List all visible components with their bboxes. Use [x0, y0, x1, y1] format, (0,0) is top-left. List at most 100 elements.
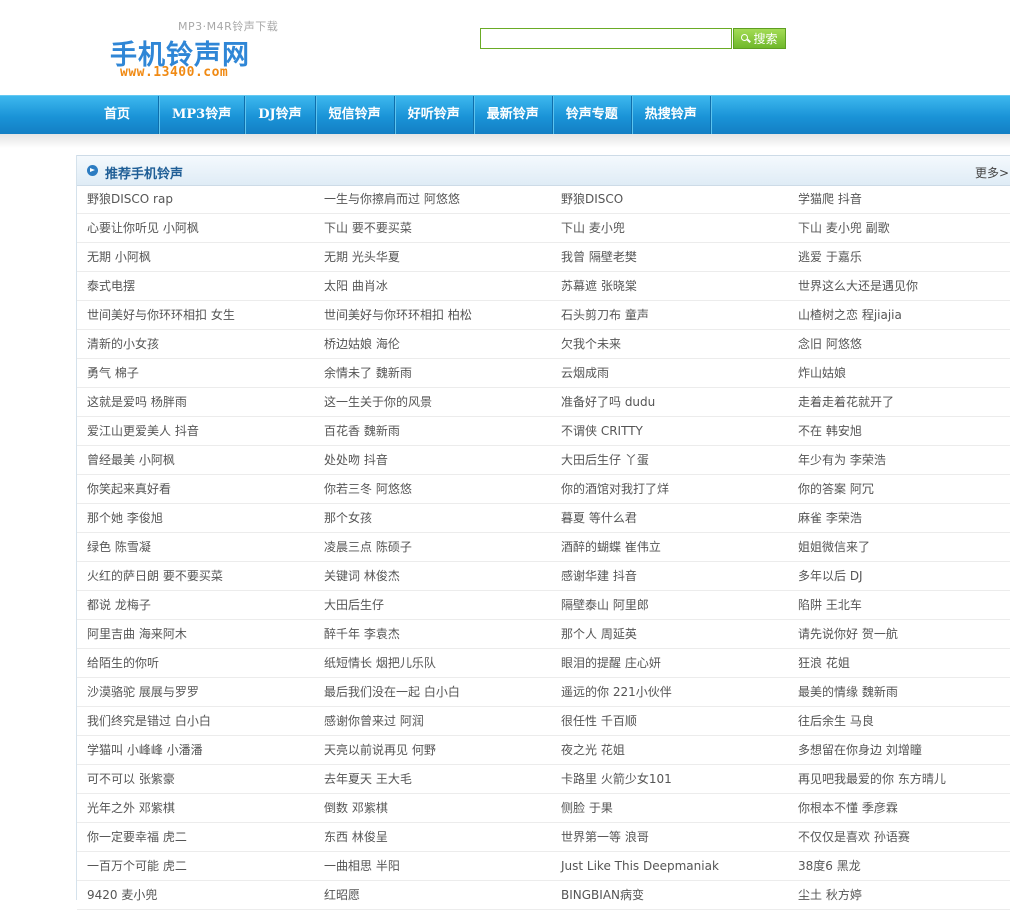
more-link[interactable]: 更多>	[975, 164, 1009, 181]
search-button[interactable]: 搜索	[733, 28, 786, 49]
nav-item-2[interactable]: DJ铃声	[245, 96, 316, 134]
ringtone-link[interactable]: 关键词 林俊杰	[314, 562, 551, 590]
ringtone-link[interactable]: 世间美好与你环环相扣 柏松	[314, 301, 551, 329]
ringtone-link[interactable]: 这就是爱吗 杨胖雨	[77, 388, 314, 416]
ringtone-link[interactable]: 余情未了 魏新雨	[314, 359, 551, 387]
ringtone-link[interactable]: 不在 韩安旭	[788, 417, 1010, 445]
ringtone-link[interactable]: 倒数 邓紫棋	[314, 794, 551, 822]
ringtone-link[interactable]: 云烟成雨	[551, 359, 788, 387]
ringtone-link[interactable]: 太阳 曲肖冰	[314, 272, 551, 300]
ringtone-link[interactable]: 石头剪刀布 童声	[551, 301, 788, 329]
ringtone-link[interactable]: 下山 麦小兜	[551, 214, 788, 242]
ringtone-link[interactable]: 我们终究是错过 白小白	[77, 707, 314, 735]
ringtone-link[interactable]: 下山 麦小兜 副歌	[788, 214, 1010, 242]
ringtone-link[interactable]: 都说 龙梅子	[77, 591, 314, 619]
ringtone-link[interactable]: 一百万个可能 虎二	[77, 852, 314, 880]
ringtone-link[interactable]: 无期 光头华夏	[314, 243, 551, 271]
ringtone-link[interactable]: 沙漠骆驼 展展与罗罗	[77, 678, 314, 706]
ringtone-link[interactable]: Just Like This Deepmaniak	[551, 852, 788, 880]
ringtone-link[interactable]: 9420 麦小兜	[77, 881, 314, 909]
ringtone-link[interactable]: 处处吻 抖音	[314, 446, 551, 474]
ringtone-link[interactable]: 多年以后 DJ	[788, 562, 1010, 590]
ringtone-link[interactable]: 遥远的你 221小伙伴	[551, 678, 788, 706]
ringtone-link[interactable]: 野狼DISCO	[551, 185, 788, 213]
ringtone-link[interactable]: 酒醉的蝴蝶 崔伟立	[551, 533, 788, 561]
ringtone-link[interactable]: 百花香 魏新雨	[314, 417, 551, 445]
ringtone-link[interactable]: 欠我个未来	[551, 330, 788, 358]
ringtone-link[interactable]: 心要让你听见 小阿枫	[77, 214, 314, 242]
ringtone-link[interactable]: 暮夏 等什么君	[551, 504, 788, 532]
ringtone-link[interactable]: 眼泪的提醒 庄心妍	[551, 649, 788, 677]
ringtone-link[interactable]: 姐姐微信来了	[788, 533, 1010, 561]
ringtone-link[interactable]: 桥边姑娘 海伦	[314, 330, 551, 358]
ringtone-link[interactable]: 凌晨三点 陈硕子	[314, 533, 551, 561]
ringtone-link[interactable]: 你笑起来真好看	[77, 475, 314, 503]
ringtone-link[interactable]: 一生与你擦肩而过 阿悠悠	[314, 185, 551, 213]
ringtone-link[interactable]: 请先说你好 贺一航	[788, 620, 1010, 648]
ringtone-link[interactable]: 夜之光 花姐	[551, 736, 788, 764]
ringtone-link[interactable]: 最后我们没在一起 白小白	[314, 678, 551, 706]
ringtone-link[interactable]: 绿色 陈雪凝	[77, 533, 314, 561]
ringtone-link[interactable]: 很任性 千百顺	[551, 707, 788, 735]
ringtone-link[interactable]: 醉千年 李袁杰	[314, 620, 551, 648]
ringtone-link[interactable]: 感谢你曾来过 阿润	[314, 707, 551, 735]
ringtone-link[interactable]: 那个人 周延英	[551, 620, 788, 648]
ringtone-link[interactable]: 曾经最美 小阿枫	[77, 446, 314, 474]
ringtone-link[interactable]: 阿里吉曲 海来阿木	[77, 620, 314, 648]
ringtone-link[interactable]: 年少有为 李荣浩	[788, 446, 1010, 474]
ringtone-link[interactable]: 你根本不懂 季彦霖	[788, 794, 1010, 822]
ringtone-link[interactable]: 你的酒馆对我打了烊	[551, 475, 788, 503]
ringtone-link[interactable]: 38度6 黑龙	[788, 852, 1010, 880]
ringtone-link[interactable]: 最美的情缘 魏新雨	[788, 678, 1010, 706]
ringtone-link[interactable]: 大田后生仔	[314, 591, 551, 619]
ringtone-link[interactable]: 给陌生的你听	[77, 649, 314, 677]
ringtone-link[interactable]: 你的答案 阿冗	[788, 475, 1010, 503]
ringtone-link[interactable]: 学猫爬 抖音	[788, 185, 1010, 213]
ringtone-link[interactable]: 大田后生仔 丫蛋	[551, 446, 788, 474]
ringtone-link[interactable]: 多想留在你身边 刘增瞳	[788, 736, 1010, 764]
ringtone-link[interactable]: 泰式电摆	[77, 272, 314, 300]
ringtone-link[interactable]: BINGBIAN病变	[551, 881, 788, 909]
ringtone-link[interactable]: 不仅仅是喜欢 孙语赛	[788, 823, 1010, 851]
ringtone-link[interactable]: 麻雀 李荣浩	[788, 504, 1010, 532]
nav-item-0[interactable]: 首页	[76, 96, 160, 134]
ringtone-link[interactable]: 野狼DISCO rap	[77, 185, 314, 213]
ringtone-link[interactable]: 一曲相思 半阳	[314, 852, 551, 880]
ringtone-link[interactable]: 我曾 隔壁老樊	[551, 243, 788, 271]
ringtone-link[interactable]: 山楂树之恋 程jiajia	[788, 301, 1010, 329]
ringtone-link[interactable]: 下山 要不要买菜	[314, 214, 551, 242]
ringtone-link[interactable]: 走着走着花就开了	[788, 388, 1010, 416]
nav-item-5[interactable]: 最新铃声	[474, 96, 553, 134]
ringtone-link[interactable]: 那个女孩	[314, 504, 551, 532]
ringtone-link[interactable]: 苏幕遮 张晓棠	[551, 272, 788, 300]
ringtone-link[interactable]: 往后余生 马良	[788, 707, 1010, 735]
ringtone-link[interactable]: 不谓侠 CRITTY	[551, 417, 788, 445]
search-input[interactable]	[480, 28, 732, 49]
ringtone-link[interactable]: 卡路里 火箭少女101	[551, 765, 788, 793]
ringtone-link[interactable]: 世界第一等 浪哥	[551, 823, 788, 851]
ringtone-link[interactable]: 这一生关于你的风景	[314, 388, 551, 416]
ringtone-link[interactable]: 火红的萨日朗 要不要买菜	[77, 562, 314, 590]
ringtone-link[interactable]: 世界这么大还是遇见你	[788, 272, 1010, 300]
nav-item-7[interactable]: 热搜铃声	[632, 96, 711, 134]
ringtone-link[interactable]: 陷阱 王北车	[788, 591, 1010, 619]
ringtone-link[interactable]: 你若三冬 阿悠悠	[314, 475, 551, 503]
ringtone-link[interactable]: 天亮以前说再见 何野	[314, 736, 551, 764]
ringtone-link[interactable]: 炸山姑娘	[788, 359, 1010, 387]
ringtone-link[interactable]: 再见吧我最爱的你 东方晴儿	[788, 765, 1010, 793]
ringtone-link[interactable]: 去年夏天 王大毛	[314, 765, 551, 793]
ringtone-link[interactable]: 世间美好与你环环相扣 女生	[77, 301, 314, 329]
ringtone-link[interactable]: 尘土 秋方婷	[788, 881, 1010, 909]
ringtone-link[interactable]: 逃爱 于嘉乐	[788, 243, 1010, 271]
ringtone-link[interactable]: 你一定要幸福 虎二	[77, 823, 314, 851]
ringtone-link[interactable]: 清新的小女孩	[77, 330, 314, 358]
ringtone-link[interactable]: 那个她 李俊旭	[77, 504, 314, 532]
nav-item-1[interactable]: MP3铃声	[159, 96, 246, 134]
ringtone-link[interactable]: 准备好了吗 dudu	[551, 388, 788, 416]
ringtone-link[interactable]: 隔壁泰山 阿里郎	[551, 591, 788, 619]
nav-item-4[interactable]: 好听铃声	[395, 96, 474, 134]
ringtone-link[interactable]: 狂浪 花姐	[788, 649, 1010, 677]
nav-item-6[interactable]: 铃声专题	[553, 96, 632, 134]
ringtone-link[interactable]: 红昭愿	[314, 881, 551, 909]
ringtone-link[interactable]: 感谢华建 抖音	[551, 562, 788, 590]
